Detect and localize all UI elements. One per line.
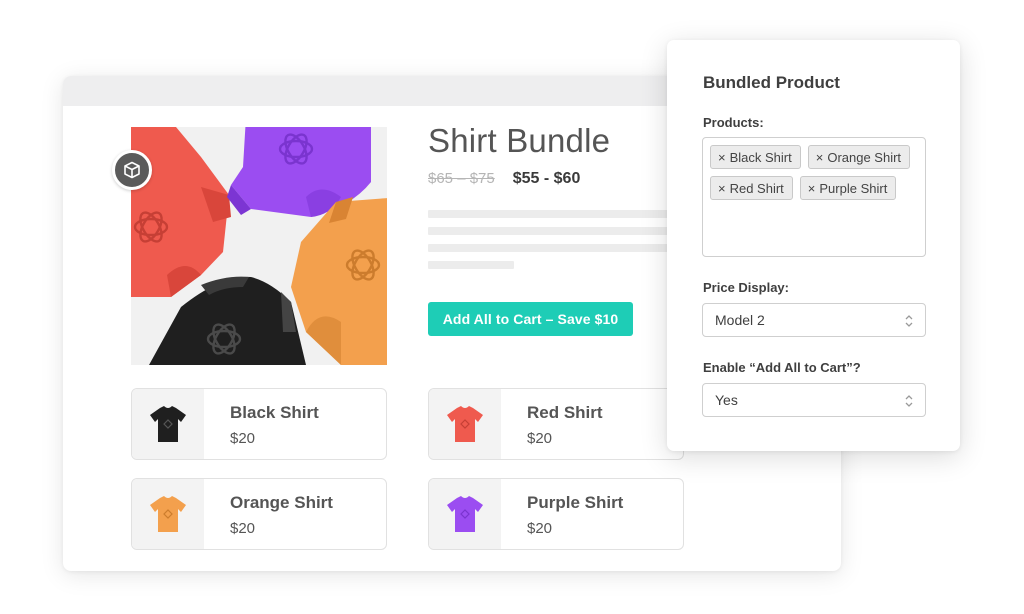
close-icon[interactable]: × <box>816 150 824 165</box>
item-thumbnail <box>132 479 204 549</box>
product-tag-label: Purple Shirt <box>819 180 888 196</box>
enable-add-all-label: Enable “Add All to Cart”? <box>703 360 861 375</box>
item-price: $20 <box>527 430 553 447</box>
item-name: Purple Shirt <box>527 493 624 512</box>
item-price: $20 <box>230 430 256 447</box>
product-tag: × Purple Shirt <box>799 176 897 200</box>
bundle-item-card[interactable]: Red Shirt $20 <box>428 388 684 460</box>
close-icon[interactable]: × <box>718 150 726 165</box>
description-placeholder-line <box>428 261 514 269</box>
orange-shirt-graphic <box>291 197 387 365</box>
product-tag-label: Black Shirt <box>729 149 792 165</box>
price-display-value: Model 2 <box>715 312 765 328</box>
box-icon <box>112 150 152 190</box>
bundled-product-settings-panel: Bundled Product Products: × Black Shirt … <box>667 40 960 451</box>
enable-add-all-select[interactable]: Yes <box>702 383 926 417</box>
close-icon[interactable]: × <box>718 181 726 196</box>
panel-title: Bundled Product <box>703 73 840 92</box>
add-all-to-cart-button[interactable]: Add All to Cart – Save $10 <box>428 302 633 336</box>
item-name: Red Shirt <box>527 403 603 422</box>
product-title: Shirt Bundle <box>428 122 611 159</box>
bundle-item-card[interactable]: Purple Shirt $20 <box>428 478 684 550</box>
product-tag-label: Orange Shirt <box>827 149 902 165</box>
tshirt-icon <box>150 496 186 532</box>
original-price: $65 – $75 <box>428 170 495 187</box>
price-display-select[interactable]: Model 2 <box>702 303 926 337</box>
bundle-item-card[interactable]: Black Shirt $20 <box>131 388 387 460</box>
updown-chevron-icon <box>905 315 913 327</box>
enable-add-all-value: Yes <box>715 392 738 408</box>
price-row: $65 – $75 $55 - $60 <box>428 170 580 188</box>
tshirt-icon <box>150 406 186 442</box>
updown-chevron-icon <box>905 395 913 407</box>
red-shirt-graphic <box>131 127 231 297</box>
bundle-price: $55 - $60 <box>512 170 581 187</box>
item-name: Black Shirt <box>230 403 319 422</box>
close-icon[interactable]: × <box>808 181 816 196</box>
item-name: Orange Shirt <box>230 493 333 512</box>
item-thumbnail <box>429 389 501 459</box>
item-thumbnail <box>429 479 501 549</box>
product-tag-label: Red Shirt <box>729 180 784 196</box>
tshirt-icon <box>447 406 483 442</box>
product-tag: × Red Shirt <box>710 176 793 200</box>
item-price: $20 <box>527 520 553 537</box>
price-display-label: Price Display: <box>703 280 789 295</box>
item-price: $20 <box>230 520 256 537</box>
products-tag-input[interactable]: × Black Shirt × Orange Shirt × Red Shirt… <box>702 137 926 257</box>
bundle-item-card[interactable]: Orange Shirt $20 <box>131 478 387 550</box>
item-thumbnail <box>132 389 204 459</box>
tshirt-icon <box>447 496 483 532</box>
product-tag: × Black Shirt <box>710 145 801 169</box>
product-tag: × Orange Shirt <box>807 145 911 169</box>
product-hero-image[interactable] <box>131 127 387 365</box>
products-label: Products: <box>703 115 764 130</box>
